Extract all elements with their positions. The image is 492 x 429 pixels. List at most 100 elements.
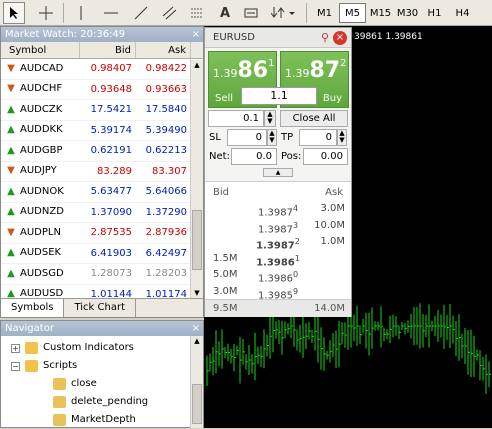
- horizontal-line-tool-icon[interactable]: [100, 2, 122, 24]
- depth-row: 1.39873 10.0M: [205, 217, 351, 235]
- nav-item-delete-pending[interactable]: delete_pending: [53, 393, 148, 411]
- market-watch-list: ▼ AUDCAD 0.98407 0.98422 ▼ AUDCHF 0.93648 0.936…: [1, 59, 203, 305]
- market-watch-row[interactable]: ▲ AUDSGD 1.28073 1.28203: [1, 264, 203, 285]
- script-icon: [53, 378, 66, 390]
- market-watch-row[interactable]: ▼ AUDJPY 83.289 83.307: [1, 162, 203, 182]
- depth-row: 3.0M 1.39859: [205, 283, 351, 301]
- channel-tool-icon[interactable]: [158, 2, 182, 24]
- volume-input[interactable]: 0.1: [208, 110, 264, 127]
- scroll-up-icon[interactable]: ▲: [192, 61, 202, 71]
- timeframe-m1[interactable]: M1: [311, 3, 338, 23]
- timeframe-h4[interactable]: H4: [449, 3, 476, 23]
- collapse-icon[interactable]: −: [11, 361, 20, 371]
- bid-cell: 1.28073: [90, 268, 132, 279]
- symbol-name: AUDSEK: [20, 247, 62, 258]
- market-watch-row[interactable]: ▲ AUDNZD 1.37090 1.37290: [1, 203, 203, 223]
- trendline-tool-icon[interactable]: [130, 2, 152, 24]
- timeframe-m5[interactable]: M5: [339, 3, 366, 23]
- symbol-name: AUDNZD: [20, 206, 64, 217]
- text-tool-icon[interactable]: A: [214, 2, 236, 24]
- symbol-cell: ▲ AUDNOK: [1, 182, 80, 202]
- tab-symbols[interactable]: Symbols: [1, 299, 65, 317]
- chart-toolbar: A M1 M5 M15 M30 H1 H4: [0, 0, 492, 26]
- sl-spinner-icon[interactable]: ▲ ▼: [267, 129, 277, 146]
- symbol-cell: ▲ AUDGBP: [1, 141, 80, 161]
- symbol-name: AUDSGD: [20, 267, 64, 279]
- nav-item-label: close: [71, 378, 97, 389]
- market-watch-scrollbar[interactable]: ▲ ▼: [190, 60, 203, 300]
- folder-icon: [25, 360, 38, 372]
- arrows-tool-icon[interactable]: [268, 2, 298, 24]
- depth-ask-header: Ask: [325, 187, 343, 198]
- chart-price-label: 39861 1.39861: [354, 32, 423, 42]
- symbol-name: AUDCHF: [20, 83, 63, 94]
- tab-tick-chart[interactable]: Tick Chart: [64, 299, 136, 317]
- navigator-scrollbar[interactable]: ▲: [190, 336, 203, 428]
- timeframe-m30[interactable]: M30: [394, 3, 421, 23]
- close-icon[interactable]: ×: [192, 27, 200, 42]
- bid-cell: 6.41903: [90, 247, 132, 259]
- tp-label: TP: [281, 132, 294, 143]
- bid-cell: 5.39174: [90, 124, 132, 136]
- market-watch-row[interactable]: ▲ AUDDKK 5.39174 5.39490: [1, 121, 203, 141]
- navigator-title: Navigator ×: [1, 321, 203, 336]
- tp-input[interactable]: 0: [299, 129, 337, 146]
- column-ask[interactable]: Ask: [136, 42, 191, 58]
- depth-row: 5.0M 1.39860: [205, 266, 351, 284]
- collapse-chevron-icon[interactable]: ▲: [263, 168, 293, 177]
- scroll-thumb[interactable]: [192, 384, 202, 424]
- pin-icon[interactable]: ⚲: [321, 28, 329, 48]
- nav-item-close[interactable]: close: [53, 375, 97, 393]
- ask-cell: 5.64066: [145, 186, 187, 197]
- arrow-up-icon: ▲: [7, 206, 15, 217]
- ask-cell: 6.42497: [145, 247, 187, 259]
- ask-cell: 0.93663: [145, 83, 187, 95]
- scroll-thumb[interactable]: [192, 210, 202, 270]
- arrow-down-icon: ▼: [7, 62, 15, 74]
- sl-input[interactable]: 0: [227, 129, 267, 146]
- timeframe-m15[interactable]: M15: [367, 3, 394, 23]
- nav-item-label: Scripts: [43, 360, 78, 371]
- fibonacci-tool-icon[interactable]: [186, 2, 210, 24]
- market-watch-row[interactable]: ▼ AUDCHF 0.93648 0.93663: [1, 80, 203, 100]
- market-watch-row[interactable]: ▲ AUDCZK 17.5421 17.5840: [1, 100, 203, 121]
- arrow-up-icon: ▲: [7, 144, 15, 156]
- symbol-cell: ▼ AUDJPY: [1, 162, 80, 182]
- symbol-cell: ▲ AUDNZD: [1, 203, 80, 223]
- nav-item-marketdepth[interactable]: MarketDepth: [53, 411, 136, 429]
- volume-spinner-icon[interactable]: ▲ ▼: [264, 110, 276, 127]
- symbol-name: AUDJPY: [20, 165, 57, 176]
- depth-row: 1.39874 3.0M: [205, 200, 351, 218]
- label-tool-icon[interactable]: [240, 2, 262, 24]
- market-watch-row[interactable]: ▼ AUDPLN 2.87535 2.87936: [1, 223, 203, 244]
- navigator-title-text: Navigator: [5, 323, 54, 334]
- close-all-button[interactable]: Close All: [280, 110, 348, 127]
- depth-ask-volume: 10.0M: [314, 219, 345, 231]
- cursor-tool-icon[interactable]: [3, 2, 25, 24]
- lot-input[interactable]: 1.1: [241, 87, 317, 105]
- column-symbol[interactable]: Symbol: [1, 42, 80, 58]
- close-icon[interactable]: ×: [333, 31, 347, 45]
- symbol-cell: ▼ AUDCHF: [1, 80, 80, 100]
- arrow-up-icon: ▲: [7, 247, 15, 258]
- vertical-line-tool-icon[interactable]: [70, 2, 92, 24]
- symbol-cell: ▲ AUDCZK: [1, 100, 80, 120]
- nav-item-custom-indicators[interactable]: + Custom Indicators: [11, 339, 134, 357]
- folder-icon: [25, 342, 38, 354]
- net-label: Net:: [209, 151, 230, 162]
- column-bid[interactable]: Bid: [80, 42, 136, 58]
- market-watch-row[interactable]: ▼ AUDCAD 0.98407 0.98422: [1, 59, 203, 80]
- timeframe-h1[interactable]: H1: [421, 3, 448, 23]
- close-icon[interactable]: ×: [192, 321, 200, 336]
- symbol-cell: ▲ AUDSGD: [1, 264, 80, 284]
- ask-cell: 0.62213: [145, 145, 187, 156]
- total-ask: 14.0M: [314, 303, 345, 314]
- tp-spinner-icon[interactable]: ▲ ▼: [337, 129, 347, 146]
- market-watch-row[interactable]: ▲ AUDSEK 6.41903 6.42497: [1, 244, 203, 264]
- market-watch-row[interactable]: ▲ AUDNOK 5.63477 5.64066: [1, 182, 203, 203]
- nav-item-scripts[interactable]: − Scripts: [11, 357, 77, 375]
- crosshair-tool-icon[interactable]: [35, 2, 57, 24]
- scroll-up-icon[interactable]: ▲: [192, 337, 202, 347]
- expand-icon[interactable]: +: [11, 343, 20, 353]
- market-watch-row[interactable]: ▲ AUDGBP 0.62191 0.62213: [1, 141, 203, 162]
